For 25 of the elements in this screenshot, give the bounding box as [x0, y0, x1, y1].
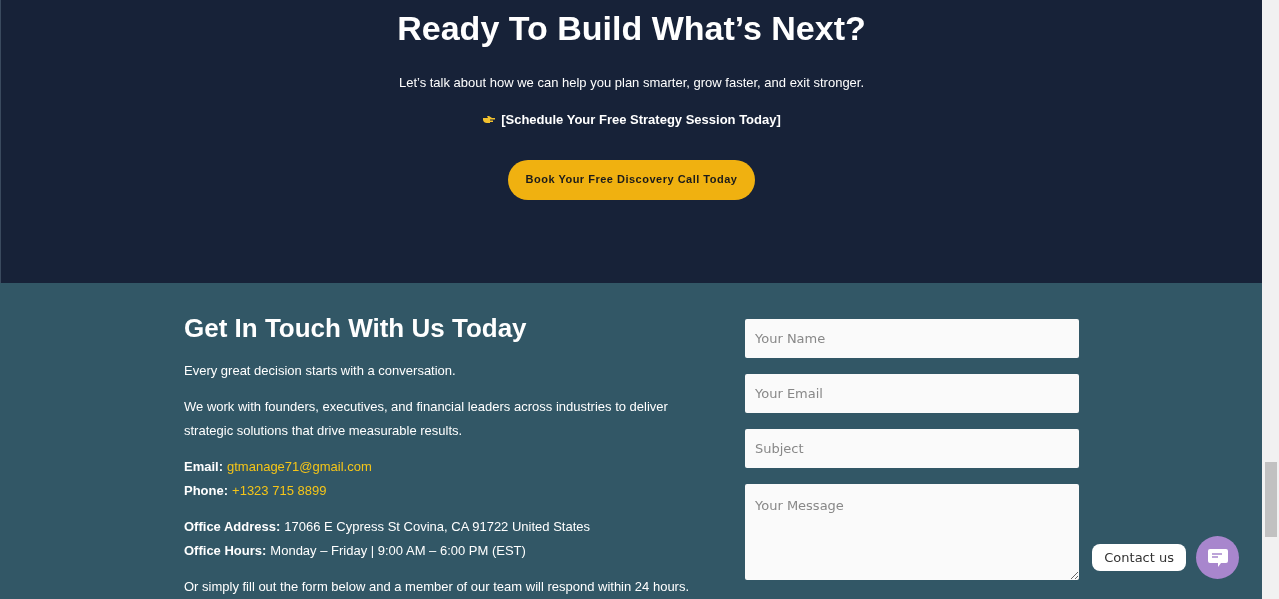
contact-link[interactable]: gtmanage71@gmail.com	[227, 455, 372, 479]
message-field[interactable]: Your Message	[745, 484, 1079, 580]
intro-text: Every great decision starts with a conversation.	[184, 362, 457, 380]
discovery-call-button[interactable]: Book Your Free Discovery Call Today	[507, 159, 756, 200]
pointing-hand-icon	[482, 114, 496, 125]
schedule-link[interactable]: [Schedule Your Free Strategy Session Today]	[501, 110, 781, 130]
chat-icon	[1206, 547, 1229, 568]
scrollbar-thumb[interactable]	[1264, 462, 1277, 537]
detail-label: Email:	[184, 458, 223, 476]
contact-title: Get In Touch With Us Today	[184, 313, 528, 343]
form-note: Or simply fill out the form below and a member of our team will respond within 24 hours.	[184, 578, 691, 596]
chat-tooltip: Contact us	[1092, 543, 1186, 572]
detail-value: Monday – Friday | 9:00 AM – 6:00 PM (EST)	[270, 542, 526, 560]
description-text: We work with founders, executives, and financial leaders across industries to deliver strategic solutions that drive measurable results.	[184, 398, 669, 440]
input-field[interactable]: Your Name	[745, 319, 1079, 358]
input-field[interactable]: Subject	[745, 429, 1079, 468]
detail-value: 17066 E Cypress St Covina, CA 91722 United States	[284, 518, 590, 536]
detail-label: Phone:	[184, 482, 229, 500]
cta-subtitle: Let’s talk about how we can help you plan smarter, grow faster, and exit stronger.	[398, 74, 865, 92]
detail-label: Office Address:	[184, 518, 281, 536]
detail-label: Office Hours:	[184, 542, 267, 560]
contact-link[interactable]: +1323 715 8899	[232, 479, 327, 503]
cta-title: Ready To Build What’s Next?	[397, 8, 866, 48]
scrollbar[interactable]	[1262, 0, 1279, 599]
input-field[interactable]: Your Email	[745, 374, 1079, 413]
